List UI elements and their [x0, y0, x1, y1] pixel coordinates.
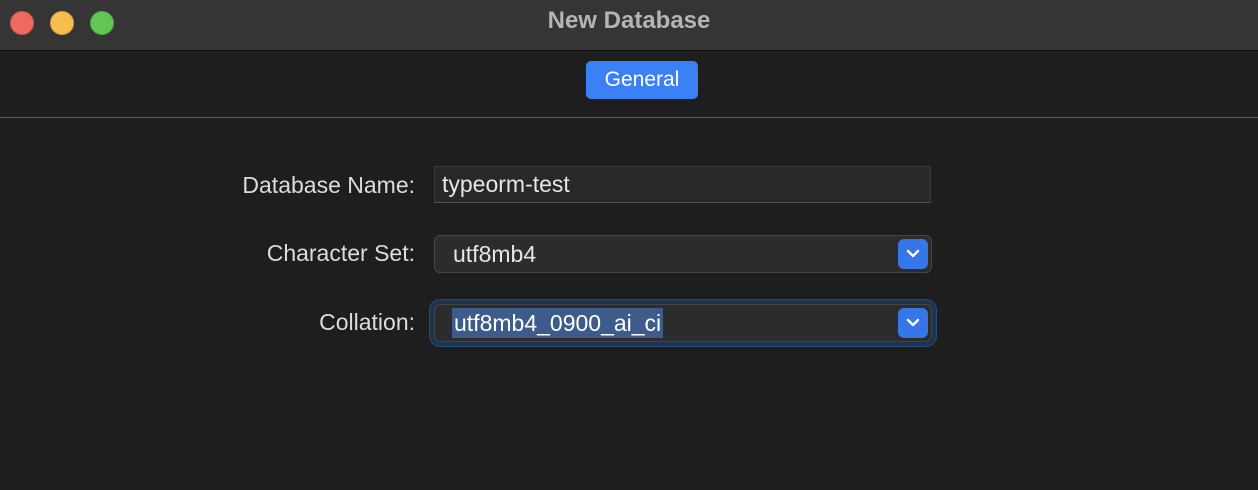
window-title: New Database [547, 7, 711, 34]
tab-general[interactable]: General [586, 61, 698, 99]
database-name-label: Database Name: [242, 172, 415, 198]
database-name-field[interactable]: typeorm-test [434, 166, 931, 203]
character-set-label: Character Set: [266, 240, 415, 266]
chevron-down-icon[interactable] [898, 239, 928, 269]
character-set-value: utf8mb4 [453, 241, 537, 267]
collation-value: utf8mb4_0900_ai_ci [452, 308, 664, 338]
title-bar: New Database [0, 0, 1258, 51]
collation-label: Collation: [319, 309, 415, 335]
character-set-select[interactable]: utf8mb4 [434, 235, 932, 273]
chevron-down-icon[interactable] [898, 308, 928, 338]
collation-select[interactable]: utf8mb4_0900_ai_ci [434, 304, 932, 342]
tab-bar: General [0, 51, 1258, 118]
